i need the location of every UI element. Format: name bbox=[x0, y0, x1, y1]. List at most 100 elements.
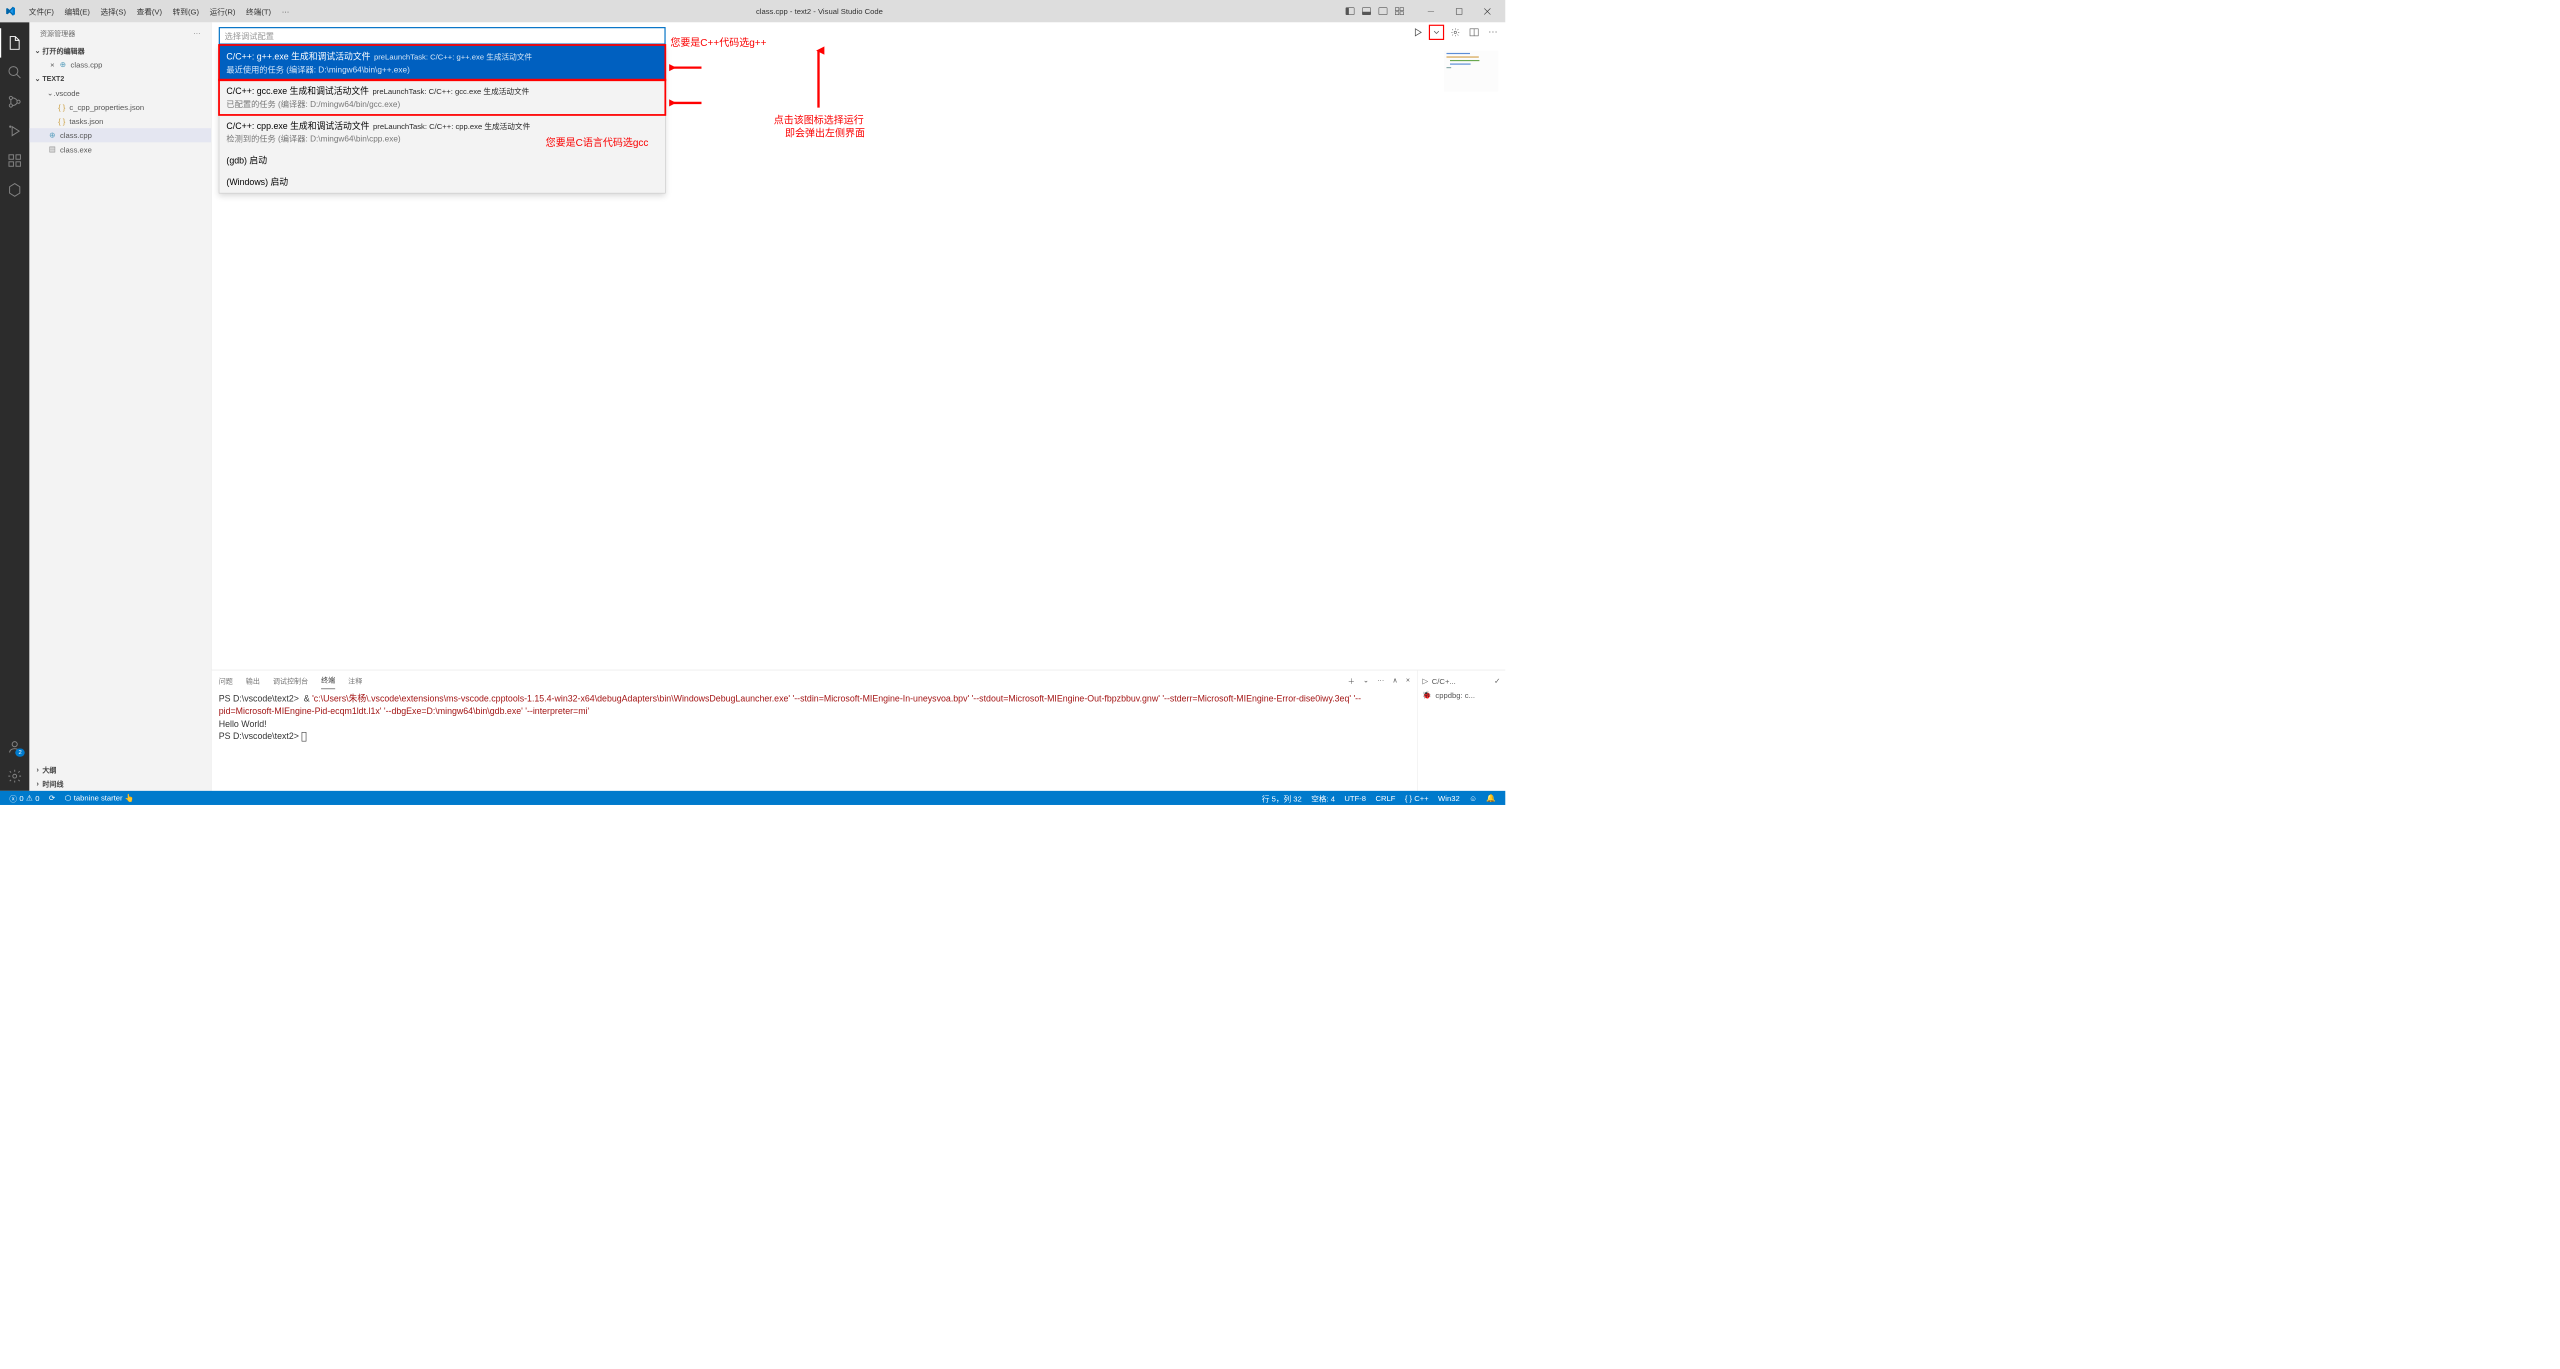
close-button[interactable] bbox=[1474, 2, 1501, 20]
panel-tab-problems[interactable]: 问题 bbox=[219, 672, 233, 689]
layout-sidebar-left-icon[interactable] bbox=[1344, 5, 1356, 17]
menu-selection[interactable]: 选择(S) bbox=[95, 6, 131, 17]
activity-explorer[interactable] bbox=[0, 28, 29, 57]
open-editor-item[interactable]: × ⊕ class.cpp bbox=[29, 58, 211, 72]
sidebar-header: 资源管理器 ··· bbox=[29, 22, 211, 43]
account-badge: 2 bbox=[16, 749, 25, 757]
terminal-name: cppdbg: c... bbox=[1435, 691, 1475, 700]
status-platform[interactable]: Win32 bbox=[1433, 792, 1464, 803]
panel-tab-comments[interactable]: 注释 bbox=[348, 672, 362, 689]
settings-gear-icon[interactable] bbox=[1449, 26, 1462, 39]
check-icon: ✓ bbox=[1494, 676, 1500, 685]
annotation-dropdown2: 即会弹出左侧界面 bbox=[785, 125, 865, 140]
file-class-cpp[interactable]: ⊕class.cpp bbox=[29, 128, 211, 142]
debug-config-windows[interactable]: (Windows) 启动 bbox=[219, 171, 665, 193]
section-workspace[interactable]: ⌄TEXT2 bbox=[29, 72, 211, 86]
menu-view[interactable]: 查看(V) bbox=[131, 6, 167, 17]
panel-controls: ＋ ⌄ ··· ∧ × bbox=[1348, 675, 1410, 685]
terminal-name: C/C+... bbox=[1432, 676, 1456, 685]
layout-sidebar-right-icon[interactable] bbox=[1377, 5, 1389, 17]
terminal-item-cppdbg[interactable]: 🐞 cppdbg: c... bbox=[1422, 688, 1500, 702]
new-terminal-icon[interactable]: ＋ bbox=[1348, 675, 1355, 685]
maximize-panel-icon[interactable]: ∧ bbox=[1392, 676, 1397, 684]
section-timeline[interactable]: ›时间线 bbox=[29, 777, 211, 791]
debug-config-gcc[interactable]: C/C++: gcc.exe 生成和调试活动文件preLaunchTask: C… bbox=[219, 80, 665, 115]
config-sub: 已配置的任务 (编译器: D:/mingw64/bin/gcc.exe) bbox=[226, 98, 658, 110]
close-icon[interactable]: × bbox=[47, 60, 58, 69]
file-class-exe[interactable]: ▤class.exe bbox=[29, 142, 211, 156]
main-row: 2 资源管理器 ··· ⌄打开的编辑器 × ⊕ class.cpp ⌄TEXT2… bbox=[0, 22, 1505, 791]
terminal-dropdown-icon[interactable]: ⌄ bbox=[1363, 676, 1369, 684]
status-lang[interactable]: { } C++ bbox=[1400, 792, 1433, 803]
panel-tab-terminal[interactable]: 终端 bbox=[321, 671, 335, 689]
bug-icon: 🐞 bbox=[1422, 690, 1432, 699]
activity-scm[interactable] bbox=[0, 87, 29, 116]
outline-label: 大纲 bbox=[42, 765, 56, 775]
panel-tab-debug-console[interactable]: 调试控制台 bbox=[273, 672, 308, 689]
status-position[interactable]: 行 5，列 32 bbox=[1257, 792, 1306, 803]
more-icon[interactable]: ··· bbox=[1377, 676, 1384, 684]
terminal-list: ▷ C/C+... ✓ 🐞 cppdbg: c... bbox=[1417, 670, 1505, 791]
terminal-body[interactable]: PS D:\vscode\text2> & 'c:\Users\朱杨\.vsco… bbox=[212, 690, 1417, 791]
activity-search[interactable] bbox=[0, 58, 29, 87]
menu-terminal[interactable]: 终端(T) bbox=[241, 6, 277, 17]
menu-edit[interactable]: 编辑(E) bbox=[59, 6, 95, 17]
terminal-command: 'c:\Users\朱杨\.vscode\extensions\ms-vscod… bbox=[219, 694, 1361, 716]
status-eol[interactable]: CRLF bbox=[1371, 792, 1400, 803]
menu-file[interactable]: 文件(F) bbox=[24, 6, 60, 17]
folder-name: .vscode bbox=[53, 88, 79, 97]
menu-go[interactable]: 转到(G) bbox=[167, 6, 204, 17]
file-name: class.cpp bbox=[60, 131, 92, 140]
config-title: (gdb) 启动 bbox=[226, 156, 267, 166]
open-editor-name: class.cpp bbox=[71, 60, 103, 69]
sidebar-more-icon[interactable]: ··· bbox=[193, 29, 200, 37]
close-panel-icon[interactable]: × bbox=[1406, 676, 1410, 684]
section-outline[interactable]: ›大纲 bbox=[29, 763, 211, 777]
config-title: (Windows) 启动 bbox=[226, 178, 288, 188]
debug-config-input[interactable]: 选择调试配置 bbox=[219, 27, 666, 45]
vscode-logo-icon bbox=[5, 5, 17, 17]
panel-tab-output[interactable]: 输出 bbox=[246, 672, 260, 689]
chevron-right-icon: › bbox=[33, 766, 42, 774]
activity-hexagon[interactable] bbox=[0, 175, 29, 204]
minimize-button[interactable] bbox=[1417, 2, 1444, 20]
activity-extensions[interactable] bbox=[0, 146, 29, 175]
debug-config-list: C/C++: g++.exe 生成和调试活动文件preLaunchTask: C… bbox=[219, 45, 666, 194]
status-live[interactable]: ⟳ bbox=[44, 793, 60, 802]
activity-settings[interactable] bbox=[0, 761, 29, 790]
more-icon[interactable]: ··· bbox=[1486, 26, 1499, 39]
activity-debug[interactable] bbox=[0, 116, 29, 145]
section-open-editors[interactable]: ⌄打开的编辑器 bbox=[29, 44, 211, 58]
sidebar-title: 资源管理器 bbox=[40, 28, 75, 38]
status-spaces[interactable]: 空格: 4 bbox=[1306, 792, 1339, 803]
debug-config-gpp[interactable]: C/C++: g++.exe 生成和调试活动文件preLaunchTask: C… bbox=[219, 45, 665, 80]
layout-customize-icon[interactable] bbox=[1394, 5, 1406, 17]
status-feedback-icon[interactable]: ☺ bbox=[1464, 792, 1481, 803]
status-encoding[interactable]: UTF-8 bbox=[1340, 792, 1371, 803]
split-editor-icon[interactable] bbox=[1468, 26, 1481, 39]
folder-vscode[interactable]: ⌄.vscode bbox=[29, 86, 211, 100]
layout-panel-icon[interactable] bbox=[1361, 5, 1373, 17]
maximize-button[interactable] bbox=[1445, 2, 1472, 20]
editor-toolbar: ··· bbox=[1411, 26, 1499, 39]
annotation-gcc: 您要是C语言代码选gcc bbox=[546, 134, 649, 149]
file-c-cpp-properties[interactable]: { }c_cpp_properties.json bbox=[29, 100, 211, 114]
chevron-right-icon: › bbox=[33, 780, 42, 788]
open-editors-label: 打开的编辑器 bbox=[42, 46, 84, 56]
status-bell-icon[interactable]: 🔔 bbox=[1482, 792, 1501, 803]
status-tabnine[interactable]: ⬡tabnine starter 👆 bbox=[60, 793, 139, 802]
terminal-item-cpp[interactable]: ▷ C/C+... ✓ bbox=[1422, 674, 1500, 688]
run-dropdown-icon[interactable] bbox=[1430, 26, 1443, 39]
minimap[interactable] bbox=[1444, 51, 1498, 92]
menu-overflow[interactable]: ··· bbox=[276, 7, 294, 16]
status-errors[interactable]: ⓧ0⚠0 bbox=[5, 792, 44, 803]
warning-icon: ⚠ bbox=[26, 793, 33, 802]
activity-account[interactable]: 2 bbox=[0, 732, 29, 761]
file-tasks-json[interactable]: { }tasks.json bbox=[29, 114, 211, 128]
chevron-down-icon: ⌄ bbox=[33, 75, 42, 83]
menu-run[interactable]: 运行(R) bbox=[204, 6, 240, 17]
debug-config-gdb[interactable]: (gdb) 启动 bbox=[219, 149, 665, 171]
annotation-arrow bbox=[669, 62, 704, 74]
run-icon[interactable] bbox=[1411, 26, 1424, 39]
file-name: tasks.json bbox=[69, 117, 103, 126]
